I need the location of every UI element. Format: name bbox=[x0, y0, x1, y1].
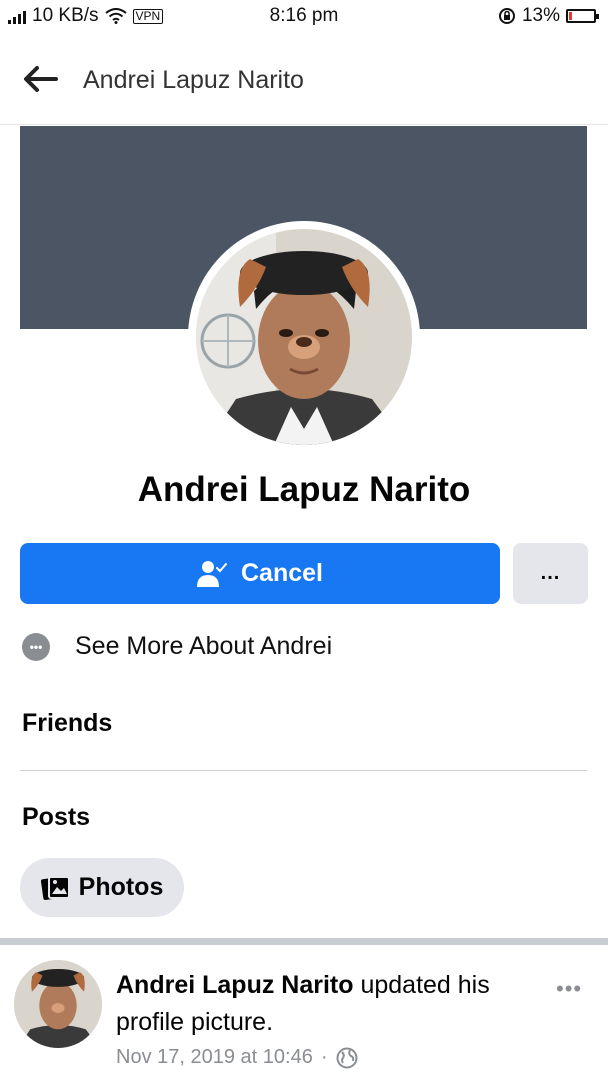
page-title: Andrei Lapuz Narito bbox=[83, 66, 304, 94]
post-timestamp[interactable]: Nov 17, 2019 at 10:46 bbox=[116, 1046, 313, 1069]
profile-picture-frame[interactable] bbox=[188, 221, 420, 453]
globe-icon bbox=[336, 1047, 357, 1068]
arrow-left-icon[interactable] bbox=[22, 64, 58, 94]
top-bar: Andrei Lapuz Narito bbox=[0, 32, 608, 125]
photos-button[interactable]: Photos bbox=[20, 858, 184, 917]
more-options-button[interactable]: ... bbox=[513, 543, 588, 604]
post-options-button[interactable]: ••• bbox=[556, 976, 582, 1002]
see-more-about-label: See More About Andrei bbox=[75, 632, 333, 660]
profile-name: Andrei Lapuz Narito bbox=[137, 470, 471, 509]
photos-label: Photos bbox=[78, 873, 164, 901]
meta-separator: · bbox=[320, 1046, 328, 1068]
feed-separator bbox=[0, 938, 608, 945]
post-meta: Nov 17, 2019 at 10:46 · bbox=[116, 1046, 358, 1069]
battery-percent: 13% bbox=[521, 5, 560, 26]
cancel-label: Cancel bbox=[241, 559, 323, 587]
battery-icon bbox=[566, 9, 599, 23]
cancel-request-button[interactable]: Cancel bbox=[20, 543, 500, 604]
post-author-link[interactable]: Andrei Lapuz Narito bbox=[116, 971, 354, 999]
section-divider bbox=[20, 770, 587, 771]
friends-heading: Friends bbox=[22, 709, 113, 737]
more-options-label: ... bbox=[540, 562, 561, 584]
profile-picture[interactable] bbox=[196, 229, 412, 445]
status-right: 13% bbox=[498, 5, 599, 27]
see-more-about-link[interactable]: ••• See More About Andrei bbox=[22, 632, 332, 661]
posts-heading: Posts bbox=[22, 803, 91, 831]
more-dots-icon: ••• bbox=[22, 632, 50, 661]
post-headline: Andrei Lapuz Narito updated his profile … bbox=[116, 967, 546, 1041]
post-author-avatar[interactable] bbox=[14, 960, 102, 1048]
friend-request-sent-icon bbox=[197, 560, 227, 587]
rotation-lock-icon bbox=[498, 8, 515, 24]
photos-icon bbox=[40, 875, 70, 900]
status-bar: 10 KB/s VPN 8:16 pm 13% bbox=[0, 0, 608, 32]
